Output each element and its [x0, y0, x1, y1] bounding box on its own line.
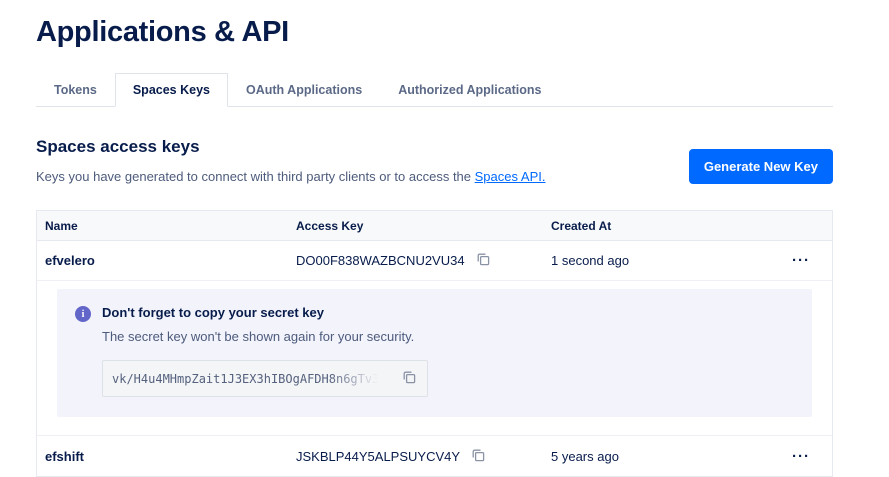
created-at-value: 1 second ago	[551, 253, 778, 268]
tab-bar: Tokens Spaces Keys OAuth Applications Au…	[36, 73, 833, 107]
copy-access-key-button[interactable]	[474, 250, 492, 271]
secret-key-box: vk/H4u4MHmpZait1J3EX3hIBOgAFDH8n6gTv3H	[102, 360, 428, 397]
row-actions-menu-button[interactable]: ···	[788, 450, 814, 464]
spaces-keys-table: Name Access Key Created At efvelero DO00…	[36, 210, 833, 477]
column-header-created-at: Created At	[551, 219, 778, 233]
secret-key-callout: i Don't forget to copy your secret key T…	[57, 289, 812, 417]
tab-authorized-applications[interactable]: Authorized Applications	[380, 73, 559, 106]
key-name: efshift	[45, 449, 296, 464]
copy-icon	[476, 252, 490, 269]
info-icon: i	[75, 306, 91, 322]
section-description-text: Keys you have generated to connect with …	[36, 169, 475, 184]
page-title: Applications & API	[36, 16, 833, 49]
table-header-row: Name Access Key Created At	[37, 211, 832, 241]
created-at-value: 5 years ago	[551, 449, 778, 464]
section-header: Spaces access keys Keys you have generat…	[36, 137, 833, 184]
tab-oauth-applications[interactable]: OAuth Applications	[228, 73, 380, 106]
key-name: efvelero	[45, 253, 296, 268]
column-header-access-key: Access Key	[296, 219, 551, 233]
row-actions-menu-button[interactable]: ···	[788, 254, 814, 268]
tab-tokens[interactable]: Tokens	[36, 73, 115, 106]
section-description: Keys you have generated to connect with …	[36, 169, 545, 184]
callout-content: Don't forget to copy your secret key The…	[102, 305, 428, 397]
spaces-api-link[interactable]: Spaces API.	[475, 169, 546, 184]
section-header-text: Spaces access keys Keys you have generat…	[36, 137, 545, 184]
generate-new-key-button[interactable]: Generate New Key	[689, 149, 833, 184]
secret-key-callout-wrap: i Don't forget to copy your secret key T…	[37, 281, 832, 436]
table-row: efshift JSKBLP44Y5ALPSUYCV4Y 5 years ago…	[37, 436, 832, 476]
copy-icon	[471, 448, 485, 465]
copy-secret-key-button[interactable]	[400, 368, 418, 389]
column-header-name: Name	[45, 219, 296, 233]
tab-spaces-keys[interactable]: Spaces Keys	[115, 73, 228, 107]
section-heading: Spaces access keys	[36, 137, 545, 157]
table-row: efvelero DO00F838WAZBCNU2VU34 1 second a…	[37, 241, 832, 281]
callout-title: Don't forget to copy your secret key	[102, 305, 428, 320]
access-key-value: JSKBLP44Y5ALPSUYCV4Y	[296, 449, 460, 464]
copy-icon	[402, 370, 416, 387]
copy-access-key-button[interactable]	[469, 446, 487, 467]
callout-body: The secret key won't be shown again for …	[102, 329, 428, 344]
secret-key-value: vk/H4u4MHmpZait1J3EX3hIBOgAFDH8n6gTv3H	[112, 372, 387, 386]
page-container: Applications & API Tokens Spaces Keys OA…	[0, 0, 889, 477]
access-key-value: DO00F838WAZBCNU2VU34	[296, 253, 465, 268]
